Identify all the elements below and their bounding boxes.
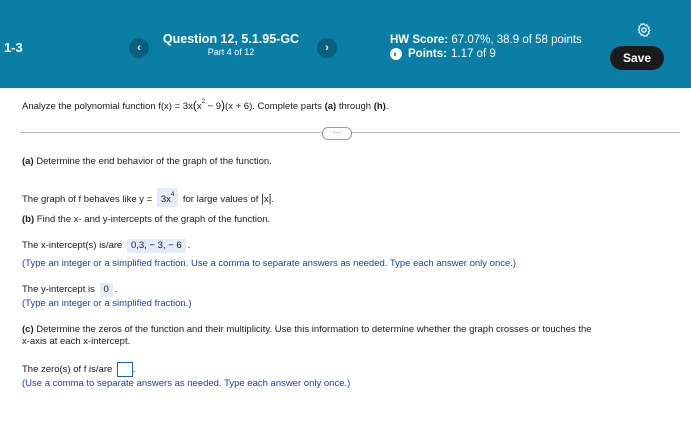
points: ◐ Points: 1.17 of 9	[390, 48, 496, 60]
points-label: Points:	[408, 48, 447, 60]
zeros-hint: (Use a comma to separate answers as need…	[22, 378, 351, 389]
x-intercepts-line: The x-intercept(s) is/are 0,3, − 3, − 6.	[22, 239, 190, 253]
part-a-answer: The graph of f behaves like y = 3x4 for …	[22, 188, 274, 207]
part-c-question: (c) Determine the zeros of the function …	[22, 324, 592, 336]
y-intercept-hint: (Type an integer or a simplified fractio…	[22, 298, 192, 309]
question-content: Analyze the polynomial function f(x) = 3…	[0, 88, 691, 443]
part-c-question-line1: Determine the zeros of the function and …	[33, 324, 592, 335]
intro-through: through	[336, 101, 374, 112]
part-a-question: (a) Determine the end behavior of the gr…	[22, 156, 272, 168]
chevron-right-icon: ›	[325, 42, 329, 54]
zeros-input[interactable]	[116, 362, 133, 377]
intro-minus-nine: − 9	[204, 101, 222, 112]
intro-end: .	[385, 101, 389, 112]
y-intercept-period: .	[114, 284, 118, 295]
y-intercept-prefix: The y-intercept is	[22, 284, 98, 295]
intro-part-h: (h)	[373, 101, 386, 112]
points-value: 1.17 of 9	[450, 48, 496, 60]
partial-credit-icon: ◐	[390, 48, 402, 60]
end-behavior-prefix: The graph of f behaves like y =	[22, 194, 155, 205]
part-c-label: (c)	[22, 324, 34, 335]
x-intercepts-hint: (Type an integer or a simplified fractio…	[22, 258, 517, 269]
part-b-label: (b)	[22, 214, 35, 225]
part-a-question-text: Determine the end behavior of the graph …	[33, 156, 272, 167]
part-b-question-text: Find the x- and y-intercepts of the grap…	[34, 214, 271, 225]
hw-score-value: 67.07%, 38.9 of 58 points	[451, 34, 582, 46]
part-c-question-line2: x-axis at each x-intercept.	[22, 336, 131, 347]
zeros-prefix: The zero(s) of f is/are	[22, 364, 115, 376]
previous-question-button[interactable]: ‹	[129, 38, 149, 58]
hw-score: HW Score: 67.07%, 38.9 of 58 points	[390, 34, 582, 46]
intro-suffix: (x + 6). Complete parts	[225, 101, 325, 112]
chevron-left-icon: ‹	[137, 42, 141, 54]
end-behavior-base: 3x	[160, 194, 171, 205]
end-behavior-answer[interactable]: 3x4	[156, 188, 179, 207]
save-button[interactable]: Save	[610, 46, 664, 70]
hw-score-label: HW Score:	[390, 34, 449, 46]
x-intercepts-prefix: The x-intercept(s) is/are	[22, 240, 125, 251]
next-question-button[interactable]: ›	[317, 38, 337, 58]
y-intercept-line: The y-intercept is 0.	[22, 283, 117, 297]
intro-part-a: (a)	[324, 101, 337, 112]
x-intercepts-answer[interactable]: 0,3, − 3, − 6	[126, 239, 186, 253]
intro-text: Analyze the polynomial function f(x) = 3…	[22, 98, 389, 112]
header-bar: 1-3 ‹ Question 12, 5.1.95-GC Part 4 of 1…	[0, 0, 691, 88]
part-b-question: (b) Find the x- and y-intercepts of the …	[22, 214, 270, 226]
expand-more-button[interactable]: ···	[322, 127, 352, 140]
gear-icon[interactable]	[636, 22, 652, 38]
end-behavior-period: .	[271, 194, 275, 205]
x-intercepts-period: .	[187, 240, 191, 251]
y-intercept-answer[interactable]: 0	[99, 283, 113, 297]
end-behavior-suffix: for large values of	[180, 194, 262, 205]
zeros-line: The zero(s) of f is/are .	[22, 362, 136, 377]
part-a-label: (a)	[22, 156, 34, 167]
section-label: 1-3	[4, 40, 23, 55]
question-title: Question 12, 5.1.95-GC	[162, 32, 300, 46]
intro-prefix: Analyze the polynomial function f(x) = 3…	[22, 101, 193, 112]
end-behavior-exponent: 4	[170, 192, 175, 198]
zeros-period: .	[132, 364, 136, 376]
question-part: Part 4 of 12	[207, 47, 255, 57]
